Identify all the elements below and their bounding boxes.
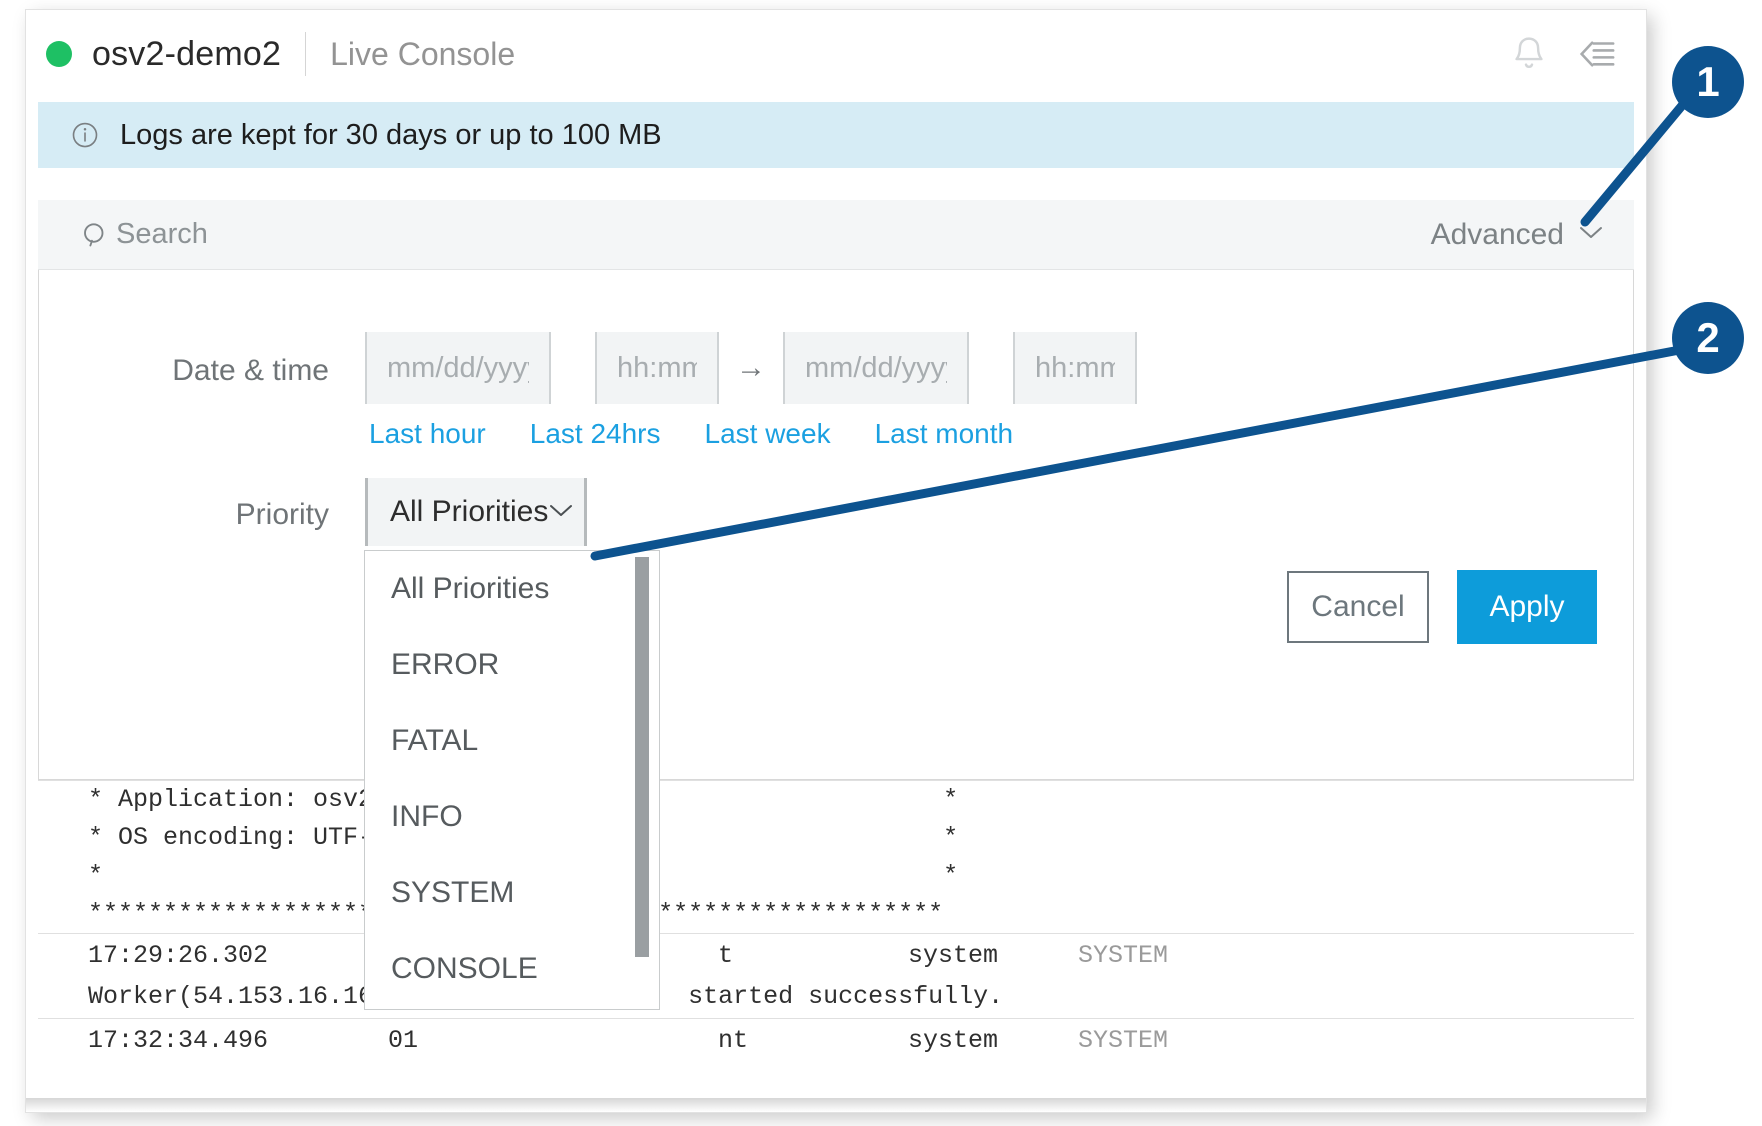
priority-option-fatal[interactable]: FATAL — [365, 703, 659, 779]
from-date-field[interactable] — [365, 332, 551, 404]
to-date-field[interactable] — [783, 332, 969, 404]
quick-range-last-week[interactable]: Last week — [705, 418, 831, 450]
from-time-input[interactable] — [597, 332, 717, 404]
chevron-down-icon — [548, 502, 574, 523]
quick-range-last-hour[interactable]: Last hour — [369, 418, 486, 450]
quick-range-links: Last hour Last 24hrs Last week Last mont… — [365, 418, 1137, 450]
log-source: system — [908, 941, 1078, 970]
log-time: 17:29:26.302 — [88, 941, 388, 970]
advanced-toggle[interactable]: Advanced — [1431, 218, 1604, 252]
priority-selected-value: All Priorities — [390, 495, 548, 529]
priority-control: All Priorities — [365, 478, 587, 546]
app-title: osv2-demo2 — [92, 35, 281, 74]
to-date-input[interactable] — [785, 332, 967, 404]
log-line: * OS encoding: UTF-8 * — [38, 819, 1634, 857]
cancel-button[interactable]: Cancel — [1287, 571, 1429, 643]
log-date: 01 — [388, 1026, 718, 1055]
advanced-filter-panel: Date & time → — [38, 270, 1634, 780]
search-input[interactable] — [114, 209, 818, 261]
range-arrow-icon: → — [719, 351, 783, 385]
to-time-input[interactable] — [1015, 332, 1135, 404]
info-circle-icon — [70, 120, 100, 150]
app-window: osv2-demo2 Live Console — [26, 10, 1646, 1112]
chevron-down-icon — [1578, 224, 1604, 245]
priority-option-error[interactable]: ERROR — [365, 627, 659, 703]
priority-label: Priority — [39, 478, 329, 532]
datetime-fields: → Last hour Last 24hrs Last week Last mo… — [365, 332, 1137, 450]
log-priority: SYSTEM — [1078, 1026, 1168, 1055]
priority-option-console[interactable]: CONSOLE — [365, 931, 659, 1007]
priority-filter-row: Priority All Priorities — [39, 478, 1633, 546]
datetime-filter-row: Date & time → — [39, 332, 1633, 450]
to-time-field[interactable] — [1013, 332, 1137, 404]
info-banner: Logs are kept for 30 days or up to 100 M… — [38, 102, 1634, 168]
from-date-input[interactable] — [367, 332, 549, 404]
advanced-label: Advanced — [1431, 218, 1564, 252]
log-entry-row: 17:29:26.302 01 t system SYSTEM — [38, 933, 1634, 976]
callout-badge-2: 2 — [1672, 302, 1744, 374]
title-bar: osv2-demo2 Live Console — [26, 10, 1646, 98]
log-priority: SYSTEM — [1078, 941, 1168, 970]
log-line: * Application: osv2-demo2 * — [38, 781, 1634, 819]
bell-icon[interactable] — [1508, 33, 1550, 75]
page-subtitle: Live Console — [330, 36, 515, 73]
status-indicator-dot — [46, 41, 72, 67]
from-time-field[interactable] — [595, 332, 719, 404]
priority-dropdown-list[interactable]: All Priorities ERROR FATAL INFO SYSTEM C… — [364, 550, 660, 1010]
title-divider — [305, 32, 306, 76]
log-source: system — [908, 1026, 1078, 1055]
log-entry-row: 17:32:34.496 01 nt system SYSTEM — [38, 1018, 1634, 1061]
log-component: t — [718, 941, 908, 970]
search-bar: Advanced — [38, 200, 1634, 270]
priority-option-info[interactable]: INFO — [365, 779, 659, 855]
priority-option-system[interactable]: SYSTEM — [365, 855, 659, 931]
log-line: * * — [38, 857, 1634, 895]
window-bottom-shadow — [26, 1098, 1646, 1112]
callout-badge-1: 1 — [1672, 46, 1744, 118]
priority-option-all[interactable]: All Priorities — [365, 551, 659, 627]
screenshot-root: osv2-demo2 Live Console — [0, 0, 1762, 1126]
apply-button[interactable]: Apply — [1457, 570, 1597, 644]
panel-action-buttons: Cancel Apply — [1287, 570, 1597, 644]
log-line: ****************************************… — [38, 895, 1634, 933]
search-icon[interactable] — [80, 220, 110, 250]
log-component: nt — [718, 1026, 908, 1055]
log-time: 17:32:34.496 — [88, 1026, 388, 1055]
info-banner-text: Logs are kept for 30 days or up to 100 M… — [120, 119, 662, 152]
log-message: Worker(54.153.16.16) started successfull… — [38, 976, 1634, 1018]
quick-range-last-month[interactable]: Last month — [875, 418, 1014, 450]
log-console[interactable]: * Application: osv2-demo2 * * OS encodin… — [38, 780, 1634, 1100]
datetime-label: Date & time — [39, 332, 329, 388]
quick-range-last-24hrs[interactable]: Last 24hrs — [530, 418, 661, 450]
log-banner-block: * Application: osv2-demo2 * * OS encodin… — [38, 780, 1634, 933]
titlebar-actions — [1508, 33, 1646, 75]
collapse-left-icon[interactable] — [1576, 33, 1618, 75]
priority-select[interactable]: All Priorities — [365, 478, 587, 546]
dropdown-scrollbar-thumb[interactable] — [635, 557, 649, 957]
